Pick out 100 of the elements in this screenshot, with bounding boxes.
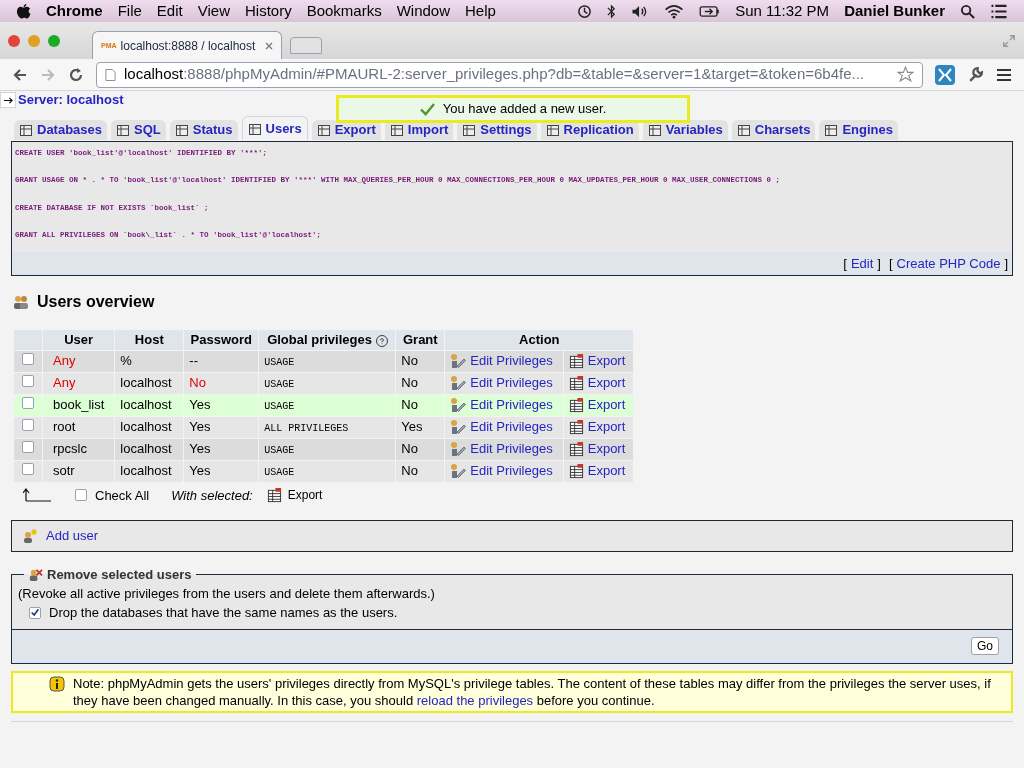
checkbox[interactable] <box>22 353 34 366</box>
table-cell-text: localhost <box>119 440 173 459</box>
extension-icon[interactable] <box>935 64 955 85</box>
search-icon[interactable] <box>960 3 975 19</box>
sql-action-link[interactable]: Edit <box>850 253 874 274</box>
menu-item[interactable]: File <box>117 0 142 23</box>
info-icon <box>49 675 65 692</box>
bracket-text: ] <box>1004 254 1008 273</box>
back-arrow-icon[interactable] <box>12 66 28 83</box>
bulk-export-button[interactable]: Export <box>266 486 323 505</box>
edit-privileges-link[interactable]: Edit Privileges <box>450 395 558 415</box>
nav-tab[interactable]: Users <box>241 116 308 140</box>
fieldset-legend: Remove selected users <box>47 565 192 585</box>
menu-item[interactable]: Window <box>396 0 451 23</box>
table-cell-text: USAGE <box>263 400 296 415</box>
table-cell-text: USAGE <box>263 466 296 481</box>
with-selected-label: With selected: <box>171 486 253 505</box>
edit-privileges-link[interactable]: Edit Privileges <box>450 417 558 437</box>
nav-tab[interactable]: Charsets <box>731 120 816 140</box>
edit-privileges-link[interactable]: Edit Privileges <box>450 461 558 481</box>
table-cell-text: No <box>400 374 419 393</box>
add-user-link[interactable]: Add user <box>46 526 99 546</box>
table-cell-text: No <box>400 396 419 415</box>
edit-privileges-link[interactable]: Edit Privileges <box>450 373 558 393</box>
checkbox[interactable] <box>22 375 34 388</box>
close-icon[interactable] <box>265 41 273 50</box>
wrench-icon[interactable] <box>967 66 984 83</box>
tab-icon <box>647 123 662 137</box>
table-export-icon <box>568 397 584 413</box>
column-header: Action <box>445 330 634 350</box>
breadcrumb-link[interactable]: Server: localhost <box>18 91 124 110</box>
menu-item[interactable]: Edit <box>156 0 183 23</box>
export-link[interactable]: Export <box>568 395 629 415</box>
tab-icon <box>19 123 33 137</box>
tab-icon <box>389 123 404 137</box>
checkbox[interactable] <box>22 463 34 476</box>
export-link[interactable]: Export <box>568 351 629 371</box>
nav-tab[interactable]: Status <box>169 120 238 140</box>
note-text: Note: phpMyAdmin gets the users' privileges directly from MySQL's privilege tables. The content of these tables may differ from the privileges the server uses, if they have been changed manually. In this case, you should reload the privileges before you continue. <box>73 674 992 709</box>
tab-icon <box>824 123 839 137</box>
checkbox[interactable] <box>22 419 34 432</box>
menubar-user[interactable]: Daniel Bunker <box>844 0 945 23</box>
checkbox[interactable] <box>22 397 34 410</box>
column-header: Grant <box>396 330 445 350</box>
nav-tab[interactable]: Engines <box>819 120 898 140</box>
edit-privileges-link[interactable]: Edit Privileges <box>450 439 558 459</box>
table-export-icon <box>568 419 584 435</box>
drop-databases-label[interactable]: Drop the databases that have the same names as the users. <box>49 603 398 623</box>
export-link[interactable]: Export <box>568 439 629 459</box>
menu-item[interactable]: View <box>197 0 230 23</box>
tab-icon <box>545 123 560 137</box>
add-user-icon <box>22 528 38 544</box>
fullscreen-icon[interactable] <box>1002 33 1016 48</box>
check-all-label[interactable]: Check All <box>95 485 150 505</box>
table-cell-text: Yes <box>188 462 212 481</box>
table-cell-text: sotr <box>52 462 76 481</box>
clock-icon[interactable] <box>577 3 593 19</box>
column-header: Global privileges <box>259 330 396 350</box>
nav-tab[interactable]: Databases <box>14 120 108 140</box>
tab-title: localhost:8888 / localhost <box>120 37 257 55</box>
menu-icon[interactable] <box>996 66 1012 83</box>
star-icon[interactable] <box>897 66 914 83</box>
tab-icon <box>247 121 262 136</box>
checkbox[interactable] <box>29 606 41 619</box>
url-text: localhost:8888/phpMyAdmin/#PMAURL-2:server_privileges.php?db=&table=&server=1&target=&token=6b4fe... <box>124 64 865 85</box>
zoom-window-button[interactable] <box>48 34 60 47</box>
apple-logo-icon[interactable] <box>16 2 31 20</box>
bracket-text: ] <box>877 254 881 273</box>
reload-privileges-link[interactable]: reload the privileges <box>416 692 534 708</box>
edit-pencil-icon <box>450 353 467 369</box>
export-link[interactable]: Export <box>568 373 629 393</box>
corner-arrow-icon <box>23 488 51 503</box>
battery-icon[interactable] <box>699 4 721 18</box>
wifi-icon[interactable] <box>664 3 685 19</box>
sql-action-link[interactable]: Create PHP Code <box>896 253 1001 274</box>
table-cell-text: localhost <box>119 462 173 481</box>
table-cell-text: localhost <box>119 374 173 393</box>
table-cell-text: -- <box>188 352 199 371</box>
checkbox[interactable] <box>75 489 87 502</box>
table-cell-text: localhost <box>119 396 173 415</box>
go-button[interactable]: Go <box>971 637 999 655</box>
bluetooth-icon[interactable] <box>607 3 617 19</box>
export-link[interactable]: Export <box>568 461 629 481</box>
checkbox[interactable] <box>22 441 34 454</box>
menubar-clock[interactable]: Sun 11:32 PM <box>735 0 830 23</box>
table-cell-text: Any <box>52 374 77 393</box>
nav-tab[interactable]: SQL <box>111 120 166 140</box>
app-menu[interactable]: Chrome <box>46 0 103 23</box>
menu-item[interactable]: Help <box>465 0 496 23</box>
export-link[interactable]: Export <box>568 417 629 437</box>
close-window-button[interactable] <box>8 34 20 47</box>
reload-icon[interactable] <box>68 66 84 83</box>
menu-item[interactable]: Bookmarks <box>306 0 382 23</box>
menu-item[interactable]: History <box>244 0 292 23</box>
tab-icon <box>174 123 189 137</box>
table-cell-text: book_list <box>52 396 106 415</box>
page-icon <box>105 67 116 82</box>
list-icon[interactable] <box>990 3 1008 19</box>
address-bar[interactable]: localhost:8888/phpMyAdmin/#PMAURL-2:server_privileges.php?db=&table=&server=1&target=&token=6b4fe... <box>96 61 923 88</box>
edit-privileges-link[interactable]: Edit Privileges <box>450 351 558 371</box>
